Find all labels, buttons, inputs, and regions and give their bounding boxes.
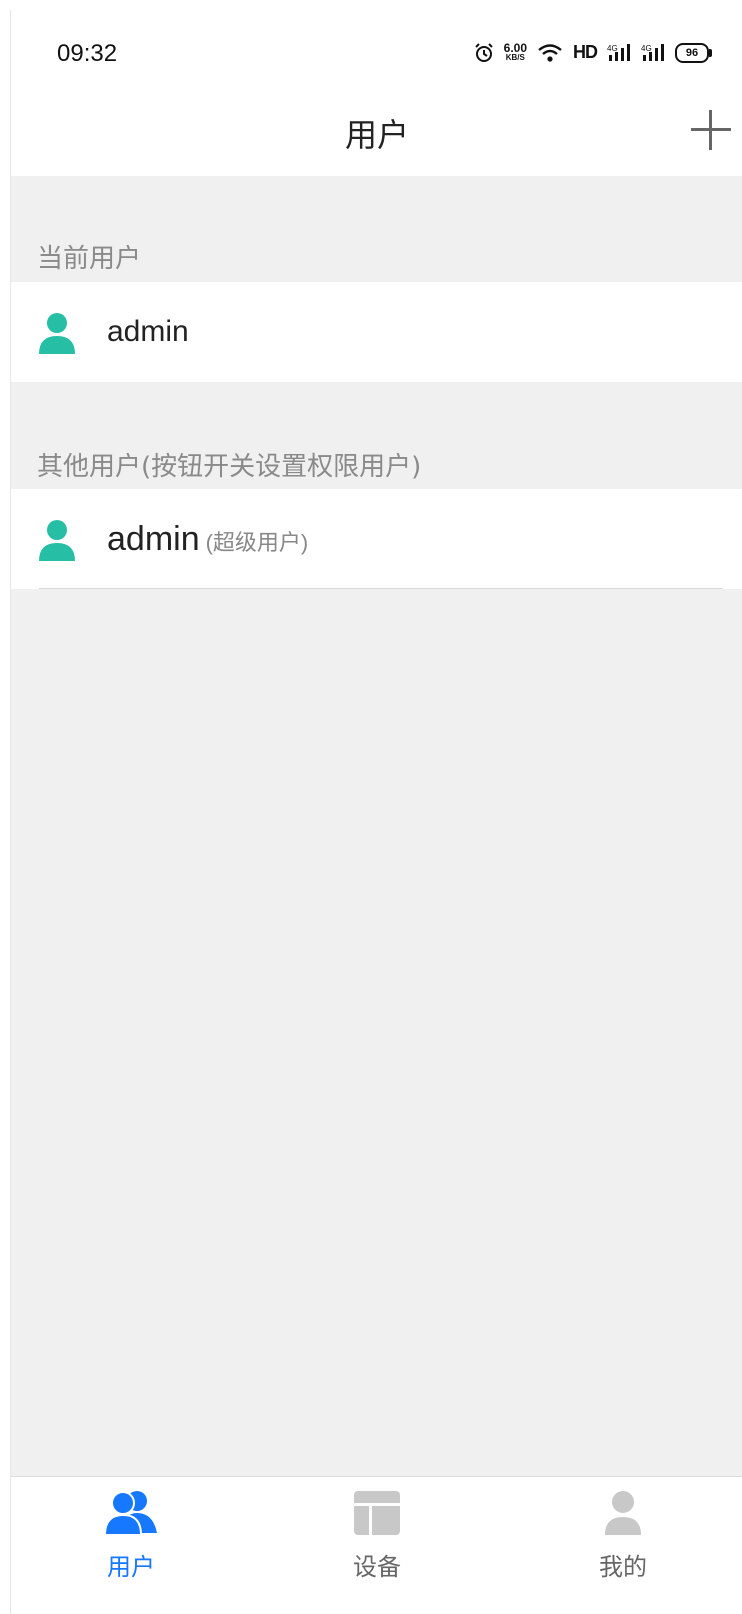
other-user-name-text: admin bbox=[107, 520, 200, 558]
row-divider bbox=[39, 588, 723, 589]
network-speed-value: 6.00 bbox=[503, 40, 527, 55]
alarm-icon bbox=[474, 42, 494, 63]
profile-icon bbox=[595, 1489, 651, 1537]
tab-users[interactable]: 用户 bbox=[71, 1477, 191, 1614]
current-user-row[interactable]: admin bbox=[11, 282, 742, 382]
other-users-section-title: 其他用户(按钮开关设置权限用户) bbox=[37, 452, 422, 482]
other-user-name: admin (超级用户) bbox=[107, 520, 308, 559]
tab-users-label: 用户 bbox=[107, 1553, 155, 1581]
wifi-icon bbox=[537, 43, 563, 63]
svg-text:4G: 4G bbox=[607, 44, 618, 53]
page-title: 用户 bbox=[344, 116, 409, 154]
other-user-role: (超级用户) bbox=[205, 530, 309, 555]
current-user-section-title: 当前用户 bbox=[37, 244, 142, 274]
add-user-button[interactable] bbox=[689, 108, 733, 152]
current-user-name: admin bbox=[107, 315, 189, 348]
signal-4g-icon: 4G bbox=[607, 43, 631, 63]
tab-profile-label: 我的 bbox=[599, 1553, 647, 1581]
other-user-row[interactable]: admin (超级用户) bbox=[11, 489, 742, 589]
status-time: 09:32 bbox=[57, 40, 118, 67]
tab-devices[interactable]: 设备 bbox=[317, 1477, 437, 1614]
bottom-tab-bar: 用户 设备 我的 bbox=[11, 1476, 742, 1614]
battery-level: 96 bbox=[685, 46, 699, 59]
users-icon bbox=[103, 1489, 159, 1537]
app-screen: 09:32 6.00 KB/S HD 4G 4G 96 用户 当前用户 admi… bbox=[10, 10, 742, 1614]
status-bar: 09:32 6.00 KB/S HD 4G 4G 96 bbox=[11, 10, 742, 90]
nav-header: 用户 bbox=[11, 90, 742, 176]
tab-profile[interactable]: 我的 bbox=[563, 1477, 683, 1614]
svg-text:4G: 4G bbox=[641, 44, 652, 53]
battery-icon: 96 bbox=[675, 42, 712, 63]
signal-4g-icon-2: 4G bbox=[641, 43, 665, 63]
network-speed-unit: KB/S bbox=[505, 52, 525, 62]
network-speed: 6.00 KB/S bbox=[503, 40, 527, 63]
device-icon bbox=[349, 1489, 405, 1537]
tab-devices-label: 设备 bbox=[353, 1553, 401, 1581]
user-icon bbox=[39, 519, 75, 561]
status-icons: 6.00 KB/S HD 4G 4G 96 bbox=[474, 40, 712, 63]
user-icon bbox=[39, 312, 75, 354]
hd-label: HD bbox=[573, 42, 598, 62]
